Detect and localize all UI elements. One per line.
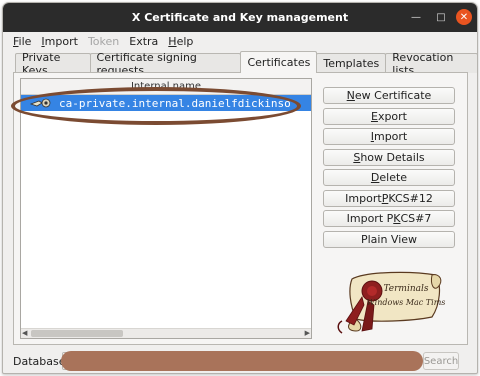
close-icon[interactable]: ✕ [456,9,472,25]
delete-button[interactable]: Delete [323,169,455,186]
show-details-button[interactable]: Show Details [323,148,455,166]
import-pkcs12-label-a: Import [345,191,382,205]
certificates-panel: Internal name ca-private.internal.daniel… [13,72,468,345]
plain-view-button[interactable]: Plain View [323,230,455,248]
menu-help-label: elp [176,35,194,48]
menu-file[interactable]: File [13,35,31,48]
import-pkcs7-button[interactable]: Import P K CS#7 [323,210,455,227]
certificate-list[interactable]: Internal name ca-private.internal.daniel… [20,78,312,339]
show-details-mnemonic: S [353,150,361,164]
tab-revocation-lists[interactable]: Revocation lists [385,51,477,77]
scroll-right-icon[interactable]: ▶ [305,329,310,337]
scrollbar-thumb[interactable] [31,330,123,337]
import-button[interactable]: Import [323,128,455,145]
export-mnemonic: E [370,109,378,123]
window-title: X Certificate and Key management [131,11,349,24]
import-label: mport [373,130,408,143]
import-pkcs7-label-a: Import P [346,212,394,225]
menu-token: Token [87,35,120,48]
column-header-internal-name[interactable]: Internal name [21,79,311,95]
export-button[interactable]: Export [323,107,455,125]
delete-label: elete [379,171,408,184]
action-buttons: New Certificate Export Import Show Detai… [323,87,455,251]
search-button: Search [423,352,459,370]
delete-mnemonic: D [370,171,380,184]
menu-file-label: ile [18,35,32,48]
certificate-row-selected[interactable]: ca-private.internal.danielfdickinso [21,95,311,111]
menu-bar: File Import Token Extra Help [3,32,477,51]
import-pkcs12-mnemonic: P [381,191,389,205]
tab-certificates[interactable]: Certificates [240,51,318,73]
menu-help-mnemonic: H [168,35,177,48]
menu-extra[interactable]: Extra [129,35,158,48]
menu-import-label: mport [44,35,78,48]
certificate-icon [29,96,55,110]
maximize-icon[interactable]: □ [433,9,449,25]
tab-templates[interactable]: Templates [316,53,387,73]
tab-bar: Private Keys Certificate signing request… [15,51,477,77]
tab-csr[interactable]: Certificate signing requests [89,51,242,77]
show-details-label: how Details [360,150,425,164]
stamp-text-line2: Windows Mac Tims [367,298,446,307]
certificate-scroll-illustration: Terminals Windows Mac Tims [332,265,446,337]
menu-help[interactable]: Help [168,35,193,48]
stamp-text-line1: Terminals [383,284,428,294]
new-certificate-button[interactable]: New Certificate [323,87,455,104]
import-pkcs7-mnemonic: K [393,212,401,225]
certificate-name: ca-private.internal.danielfdickinso [59,96,291,110]
menu-import[interactable]: Import [41,35,78,48]
import-pkcs12-label-b: KCS#12 [388,191,433,205]
minimize-icon[interactable]: — [408,9,424,25]
database-path-redaction [61,351,423,371]
new-certificate-label: ew Certificate [354,89,432,102]
app-window: X Certificate and Key management — □ ✕ F… [2,2,478,374]
bottom-bar: Database: Search [3,349,477,373]
import-pkcs7-label-b: CS#7 [400,212,432,225]
horizontal-scrollbar[interactable]: ◀ ▶ [21,328,311,338]
title-bar[interactable]: X Certificate and Key management — □ ✕ [3,3,477,32]
new-certificate-mnemonic: N [346,89,355,102]
export-label: xport [377,109,407,123]
import-pkcs12-button[interactable]: Import P KCS#12 [323,189,455,207]
scroll-left-icon[interactable]: ◀ [22,329,27,337]
tab-private-keys[interactable]: Private Keys [15,51,91,77]
